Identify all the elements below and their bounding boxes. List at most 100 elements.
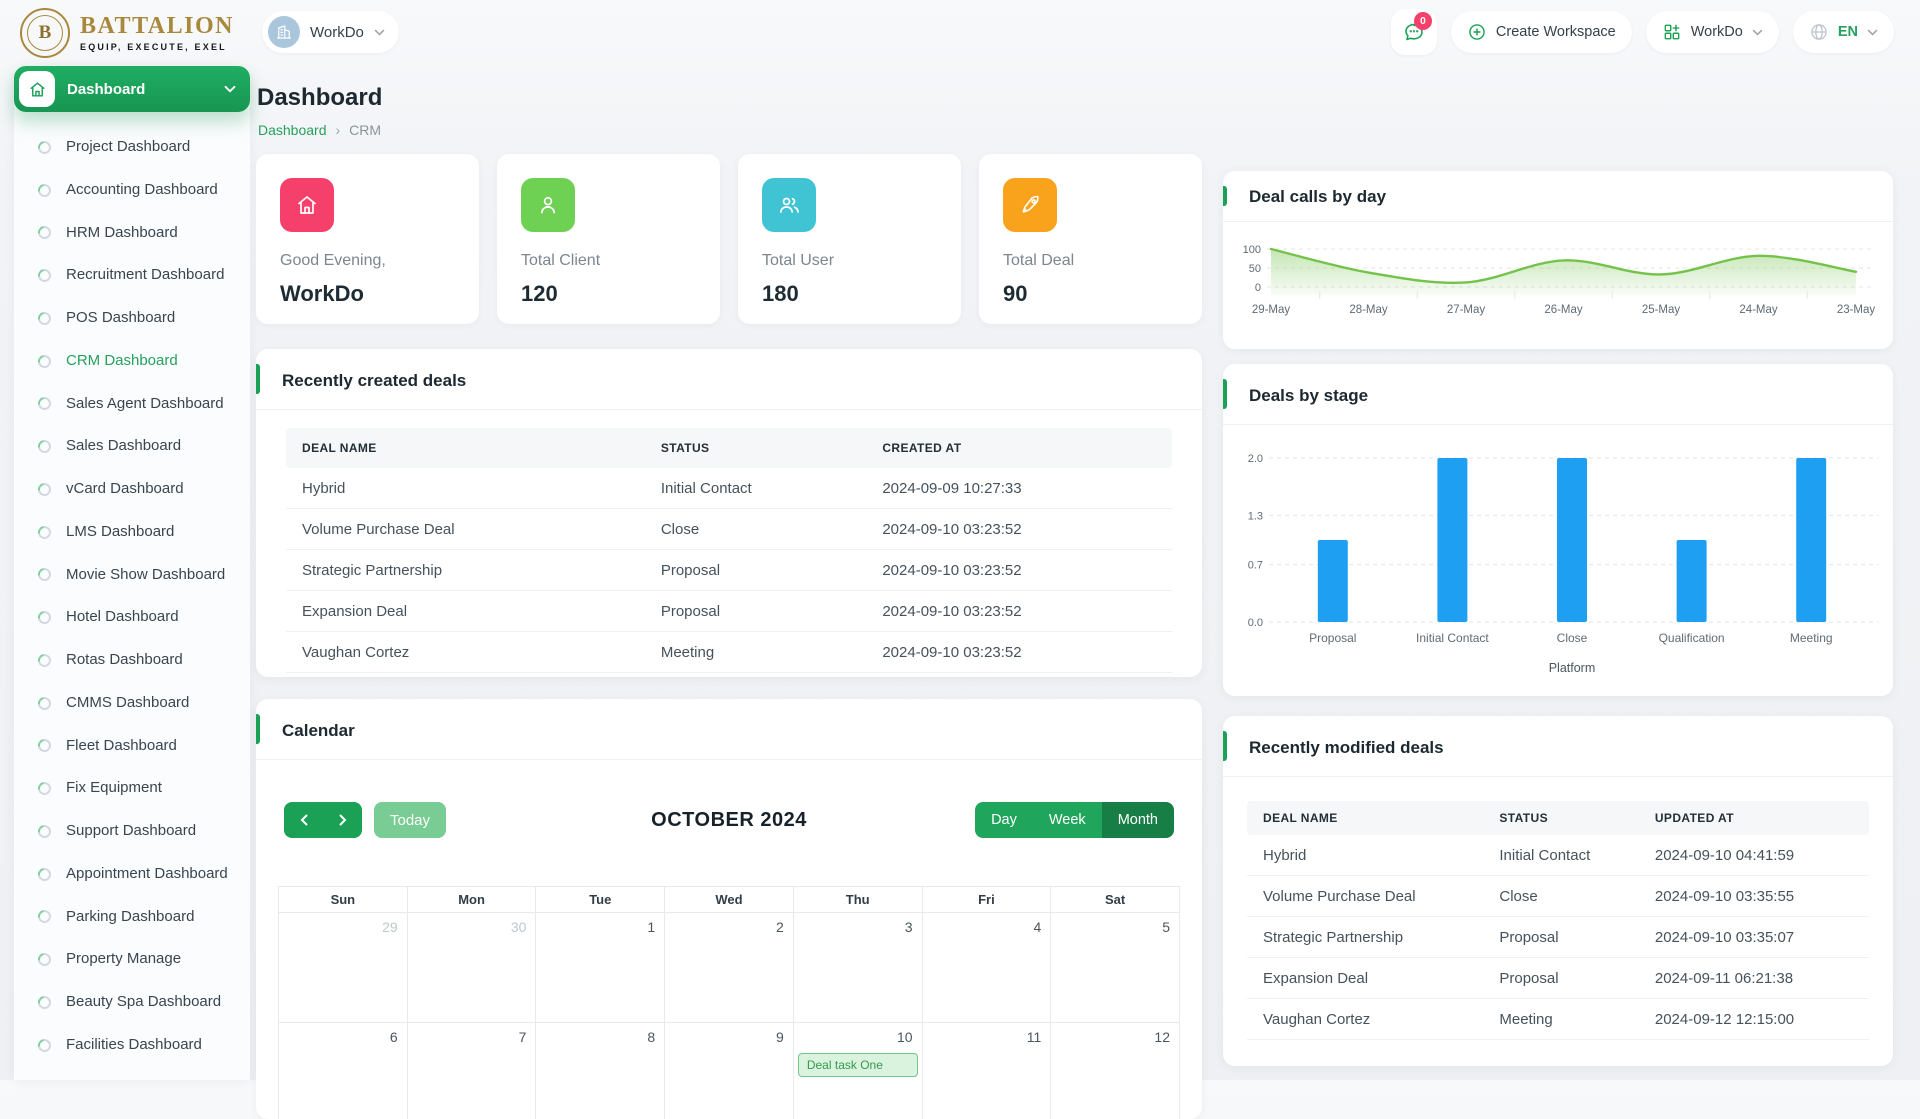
sidebar-item[interactable]: Movie Show Dashboard (36, 554, 242, 597)
recently-modified-table: DEAL NAME STATUS UPDATED AT Hybrid Initi… (1247, 801, 1869, 1040)
calendar-toolbar: Today OCTOBER 2024 Day Week Month (284, 802, 1174, 838)
sidebar-item[interactable]: Support Dashboard (36, 810, 242, 853)
sidebar-item[interactable]: Hotel Dashboard (36, 596, 242, 639)
bullet-icon (35, 352, 53, 370)
sidebar: Dashboard Project Dashboard Accounting D… (14, 66, 250, 1080)
bullet-icon (35, 480, 53, 498)
calendar-event[interactable]: Deal task One (798, 1053, 918, 1077)
sidebar-item[interactable]: Recruitment Dashboard (36, 254, 242, 297)
svg-text:23-May: 23-May (1837, 304, 1876, 316)
calendar-date: 6 (390, 1029, 398, 1045)
sidebar-item[interactable]: Appointment Dashboard (36, 853, 242, 896)
sidebar-item[interactable]: Accounting Dashboard (36, 169, 242, 212)
calendar-day-cell[interactable]: 2 (665, 913, 794, 1023)
workspace-switcher[interactable]: WorkDo (262, 11, 399, 53)
chevron-down-icon (224, 85, 236, 93)
svg-text:100: 100 (1243, 244, 1261, 256)
calendar-day-cell[interactable]: 11 (923, 1023, 1052, 1119)
card-value: 120 (521, 281, 696, 307)
calendar-date: 12 (1154, 1029, 1170, 1045)
calendar-day-cell[interactable]: 1 (536, 913, 665, 1023)
svg-text:Platform: Platform (1549, 661, 1596, 675)
calendar-day-cell[interactable]: 5 (1051, 913, 1180, 1023)
table-row: Expansion Deal Proposal 2024-09-11 06:21… (1247, 958, 1869, 999)
calendar-day-cell[interactable]: 3 (794, 913, 923, 1023)
calendar-today-button[interactable]: Today (374, 802, 446, 838)
calendar-day-cell[interactable]: 29 (279, 913, 408, 1023)
calendar-date: 9 (776, 1029, 784, 1045)
sidebar-item[interactable]: HRM Dashboard (36, 212, 242, 255)
calendar-date: 2 (776, 919, 784, 935)
svg-text:2.0: 2.0 (1248, 453, 1263, 465)
calendar-day-cell[interactable]: 12 (1051, 1023, 1180, 1119)
svg-text:0.7: 0.7 (1248, 560, 1263, 572)
bullet-icon (35, 138, 53, 156)
grid-plus-icon (1662, 22, 1682, 42)
users-icon (762, 178, 816, 232)
bullet-icon (35, 181, 53, 199)
calendar-day-cell[interactable]: 7 (408, 1023, 537, 1119)
sidebar-item[interactable]: Beauty Spa Dashboard (36, 981, 242, 1024)
bullet-icon (35, 737, 53, 755)
calendar-view-switch: Day Week Month (975, 802, 1174, 838)
messages-button[interactable]: 0 (1391, 9, 1437, 55)
sidebar-item[interactable]: vCard Dashboard (36, 468, 242, 511)
calendar-view-button[interactable]: Month (1102, 802, 1174, 838)
bullet-icon (35, 609, 53, 627)
brand-logo[interactable]: B BATTALION EQUIP, EXECUTE, EXEL (20, 8, 234, 58)
calendar-day-cell[interactable]: 4 (923, 913, 1052, 1023)
sidebar-item[interactable]: CRM Dashboard (36, 340, 242, 383)
recently-created-table: DEAL NAME STATUS CREATED AT Hybrid Initi… (286, 428, 1172, 673)
sidebar-item[interactable]: POS Dashboard (36, 297, 242, 340)
bullet-icon (35, 694, 53, 712)
sidebar-item[interactable]: Facilities Dashboard (36, 1024, 242, 1067)
bullet-icon (35, 523, 53, 541)
calendar-day-cell[interactable]: 8 (536, 1023, 665, 1119)
svg-text:26-May: 26-May (1544, 304, 1583, 316)
calendar-weekday-header: Sat (1051, 887, 1180, 913)
sidebar-item[interactable]: Fleet Dashboard (36, 725, 242, 768)
sidebar-item[interactable]: Fix Equipment (36, 767, 242, 810)
calendar-view-button[interactable]: Week (1033, 802, 1102, 838)
svg-text:25-May: 25-May (1642, 304, 1681, 316)
card-value: WorkDo (280, 281, 455, 307)
sidebar-item[interactable]: Sales Dashboard (36, 425, 242, 468)
total-user-card: Total User 180 (738, 154, 961, 324)
calendar-day-cell[interactable]: 6 (279, 1023, 408, 1119)
sidebar-item[interactable]: LMS Dashboard (36, 511, 242, 554)
recently-created-deals-panel: Recently created deals DEAL NAME STATUS … (256, 349, 1202, 677)
sidebar-item[interactable]: Parking Dashboard (36, 896, 242, 939)
deals-by-stage-chart: 2.01.30.70.0ProposalInitial ContactClose… (1223, 440, 1893, 690)
svg-text:27-May: 27-May (1447, 304, 1486, 316)
language-selector[interactable]: EN (1793, 11, 1894, 53)
table-row: Volume Purchase Deal Close 2024-09-10 03… (1247, 876, 1869, 917)
globe-icon (1809, 22, 1829, 42)
calendar-view-button[interactable]: Day (975, 802, 1033, 838)
calendar-prev-button[interactable] (284, 802, 323, 838)
breadcrumb-dashboard-link[interactable]: Dashboard (258, 122, 327, 138)
table-row: Expansion Deal Proposal 2024-09-10 03:23… (286, 591, 1172, 632)
create-workspace-button[interactable]: Create Workspace (1451, 11, 1632, 53)
sidebar-item[interactable]: Sales Agent Dashboard (36, 383, 242, 426)
calendar-weekday-header: Mon (408, 887, 537, 913)
svg-text:Proposal: Proposal (1309, 631, 1356, 645)
sidebar-item[interactable]: Rotas Dashboard (36, 639, 242, 682)
sidebar-item[interactable]: Project Dashboard (36, 126, 242, 169)
calendar-nav (284, 802, 362, 838)
calendar-weekday-header: Tue (536, 887, 665, 913)
bullet-icon (35, 780, 53, 798)
calendar-month-title: OCTOBER 2024 (651, 809, 807, 832)
sidebar-dashboard-toggle[interactable]: Dashboard (14, 66, 250, 112)
brand-tagline: EQUIP, EXECUTE, EXEL (80, 42, 234, 52)
workspace-menu-button[interactable]: WorkDo (1646, 11, 1779, 53)
calendar-day-cell[interactable]: 9 (665, 1023, 794, 1119)
svg-text:50: 50 (1249, 263, 1261, 275)
calendar-day-cell[interactable]: 30 (408, 913, 537, 1023)
sidebar-item[interactable]: Property Manage (36, 938, 242, 981)
calendar-day-cell[interactable]: 10Deal task One (794, 1023, 923, 1119)
sidebar-item[interactable]: CMMS Dashboard (36, 682, 242, 725)
calendar-next-button[interactable] (323, 802, 362, 838)
bullet-icon (35, 438, 53, 456)
calendar-weekday-header: Fri (923, 887, 1052, 913)
bullet-icon (35, 865, 53, 883)
